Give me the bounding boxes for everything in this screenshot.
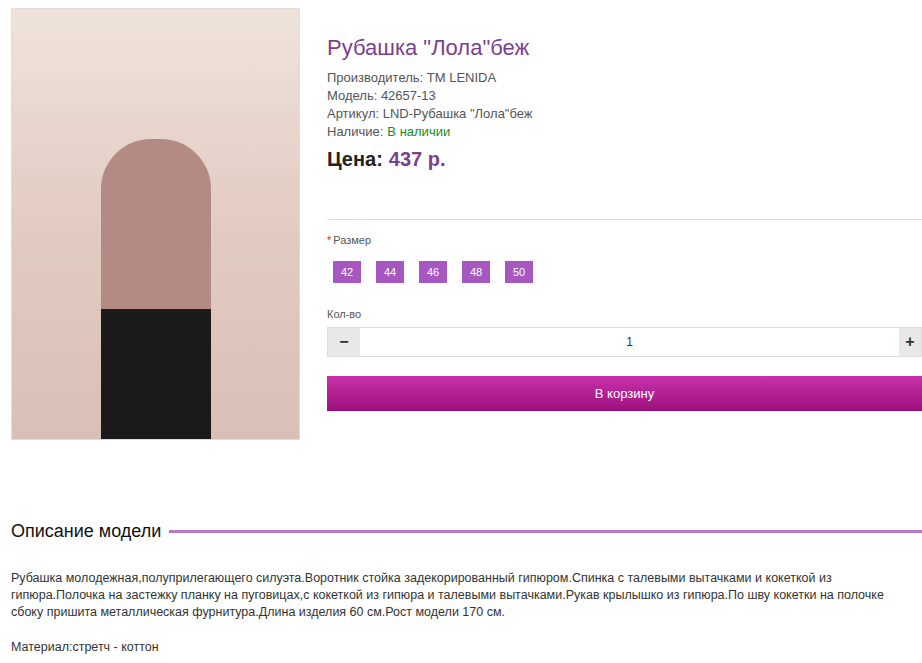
price-label: Цена: <box>327 147 383 171</box>
availability-label: Наличие: <box>327 123 383 141</box>
material: Материал:стретч - коттон <box>11 639 922 656</box>
quantity-input[interactable]: 1 <box>360 328 899 356</box>
size-button[interactable]: 42 <box>333 261 361 283</box>
plus-button[interactable]: + <box>899 328 921 356</box>
product-details: Производитель: TM LENIDAМодель: 42657-13… <box>327 69 922 141</box>
quantity-field: −1+ <box>327 327 922 357</box>
availability-value: В наличии <box>387 123 450 141</box>
description-section: Описание модели Рубашка молодежная,полупр… <box>0 519 922 656</box>
price: Цена:437 р. <box>327 147 922 171</box>
description-text: Рубашка молодежная,полуприлегающего силу… <box>11 570 911 621</box>
product-title: Рубашка "Лола"беж <box>327 36 922 60</box>
detail-line: Артикул: LND-Рубашка "Лола"беж <box>327 105 922 123</box>
size-button[interactable]: 50 <box>505 261 533 283</box>
heading-line <box>169 530 922 533</box>
price-value: 437 р. <box>389 147 446 171</box>
size-button[interactable]: 48 <box>462 261 490 283</box>
size-button[interactable]: 44 <box>376 261 404 283</box>
minus-button[interactable]: − <box>328 328 360 356</box>
product-photo <box>11 8 300 440</box>
availability: Наличие:В наличии <box>327 123 922 141</box>
product-section: Рубашка "Лола"беж Производитель: TM LENID… <box>0 0 922 440</box>
divider <box>327 219 922 220</box>
size-button[interactable]: 46 <box>419 261 447 283</box>
detail-line: Модель: 42657-13 <box>327 87 922 105</box>
skirt-shape <box>101 309 211 439</box>
model-figure <box>101 139 211 439</box>
detail-line: Производитель: TM LENIDA <box>327 69 922 87</box>
required-mark: * <box>327 233 331 247</box>
size-options: 42 44 46 48 50 <box>333 261 922 283</box>
size-label-text: Размер <box>333 233 371 247</box>
cart-button[interactable]: В корзину <box>327 376 922 411</box>
product-info: Рубашка "Лола"беж Производитель: TM LENID… <box>327 8 922 440</box>
quantity-label: Кол-во <box>327 307 922 321</box>
size-label: *Размер <box>327 233 922 247</box>
description-heading: Описание модели <box>11 519 161 543</box>
description-heading-row: Описание модели <box>11 519 922 543</box>
